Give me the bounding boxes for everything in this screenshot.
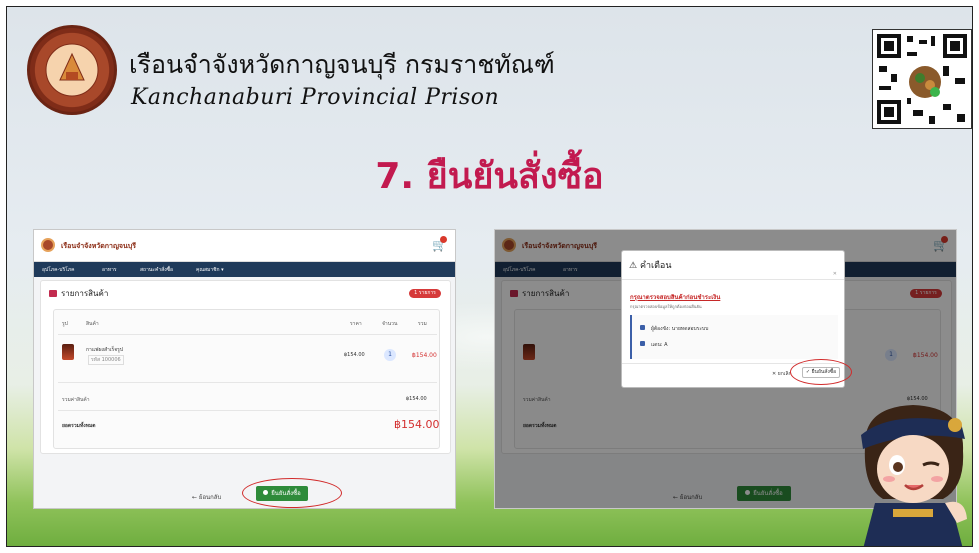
table-divider	[58, 410, 437, 411]
nav-item-food[interactable]: อาหาร	[102, 266, 117, 274]
table-divider	[58, 334, 437, 335]
recipient-row: ผู้ต้องขัง: นายทดสอบระบบ	[640, 325, 708, 333]
site-header: เรือนจำจังหวัดกาญจนบุรี 🛒	[34, 230, 455, 262]
modal-description: กรุณาตรวจสอบข้อมูลให้ถูกต้องก่อนยืนยัน	[630, 304, 702, 309]
nav-item-consumer[interactable]: อุปโภค-บริโภค	[42, 266, 75, 274]
qr-code	[872, 29, 972, 129]
col-total: รวม	[418, 321, 427, 327]
col-product: สินค้า	[86, 321, 99, 327]
cart-card: รายการสินค้า 1 รายการ รูป สินค้า ราคา จำ…	[40, 280, 451, 454]
product-price: ฿154.00	[344, 352, 365, 358]
modal-cancel-button[interactable]: ✕ ยกเลิก	[772, 370, 792, 378]
col-image: รูป	[62, 321, 68, 327]
site-nav: อุปโภค-บริโภค อาหาร สถานะคำสั่งซื้อ คุณส…	[34, 262, 455, 277]
product-thumbnail	[62, 344, 74, 360]
warning-modal: ⚠ คำเตือน ✕ กรุณาตรวจสอบสินค้าก่อนชำระเง…	[621, 250, 852, 388]
quantity-badge[interactable]: 1	[384, 349, 396, 361]
prison-title-thai: เรือนจำจังหวัดกาญจนบุรี กรมราชทัณฑ์	[129, 50, 555, 79]
grand-total-label: ยอดรวมทั้งหมด	[62, 423, 96, 429]
subtotal-value: ฿154.00	[406, 396, 427, 402]
modal-warning-text: กรุณาตรวจสอบสินค้าก่อนชำระเงิน	[630, 294, 721, 301]
bookmark-icon	[640, 341, 645, 346]
modal-title: ⚠ คำเตือน	[629, 261, 672, 271]
site-logo-icon	[41, 238, 55, 252]
corrections-seal-logo	[27, 25, 117, 115]
slide: เรือนจำจังหวัดกาญจนบุรี กรมราชทัณฑ์ Kanc…	[6, 6, 973, 547]
product-code: รหัส 100006	[88, 355, 124, 365]
basket-icon	[49, 290, 57, 297]
product-name: กาแฟผงสำเร็จรูป	[86, 347, 124, 353]
subtotal-label: รวมค่าสินค้า	[62, 397, 90, 403]
cartoon-officer-mascot	[861, 405, 967, 546]
prison-title-english: Kanchanaburi Provincial Prison	[131, 85, 500, 110]
site-brand: เรือนจำจังหวัดกาญจนบุรี	[61, 242, 137, 250]
highlight-ring	[242, 478, 342, 508]
nav-item-order-status[interactable]: สถานะคำสั่งซื้อ	[140, 266, 173, 274]
user-icon	[640, 325, 645, 330]
col-qty: จำนวน	[382, 321, 398, 327]
recipient-info-box: ผู้ต้องขัง: นายทดสอบระบบ แดน: A	[630, 315, 838, 359]
step-title: 7. ยืนยันสั่งซื้อ	[375, 156, 604, 197]
cart-screenshot: เรือนจำจังหวัดกาญจนบุรี 🛒 อุปโภค-บริโภค …	[33, 229, 456, 509]
back-button[interactable]: ← ย้อนกลับ	[192, 492, 221, 502]
col-price: ราคา	[350, 321, 362, 327]
grand-total-value: ฿154.00	[394, 418, 440, 431]
nav-item-account[interactable]: คุณสมาชิก ▾	[196, 266, 224, 274]
table-divider	[58, 382, 437, 383]
cart-icon[interactable]: 🛒	[432, 236, 447, 252]
highlight-ring	[790, 359, 852, 385]
cart-card-title: รายการสินค้า	[49, 287, 108, 300]
items-count-badge: 1 รายการ	[409, 289, 441, 298]
modal-divider	[622, 279, 844, 280]
cart-table: รูป สินค้า ราคา จำนวน รวม กาแฟผงสำเร็จรู…	[53, 309, 440, 449]
close-icon[interactable]: ✕	[833, 271, 837, 277]
line-total: ฿154.00	[412, 352, 437, 359]
zone-row: แดน: A	[640, 341, 668, 349]
